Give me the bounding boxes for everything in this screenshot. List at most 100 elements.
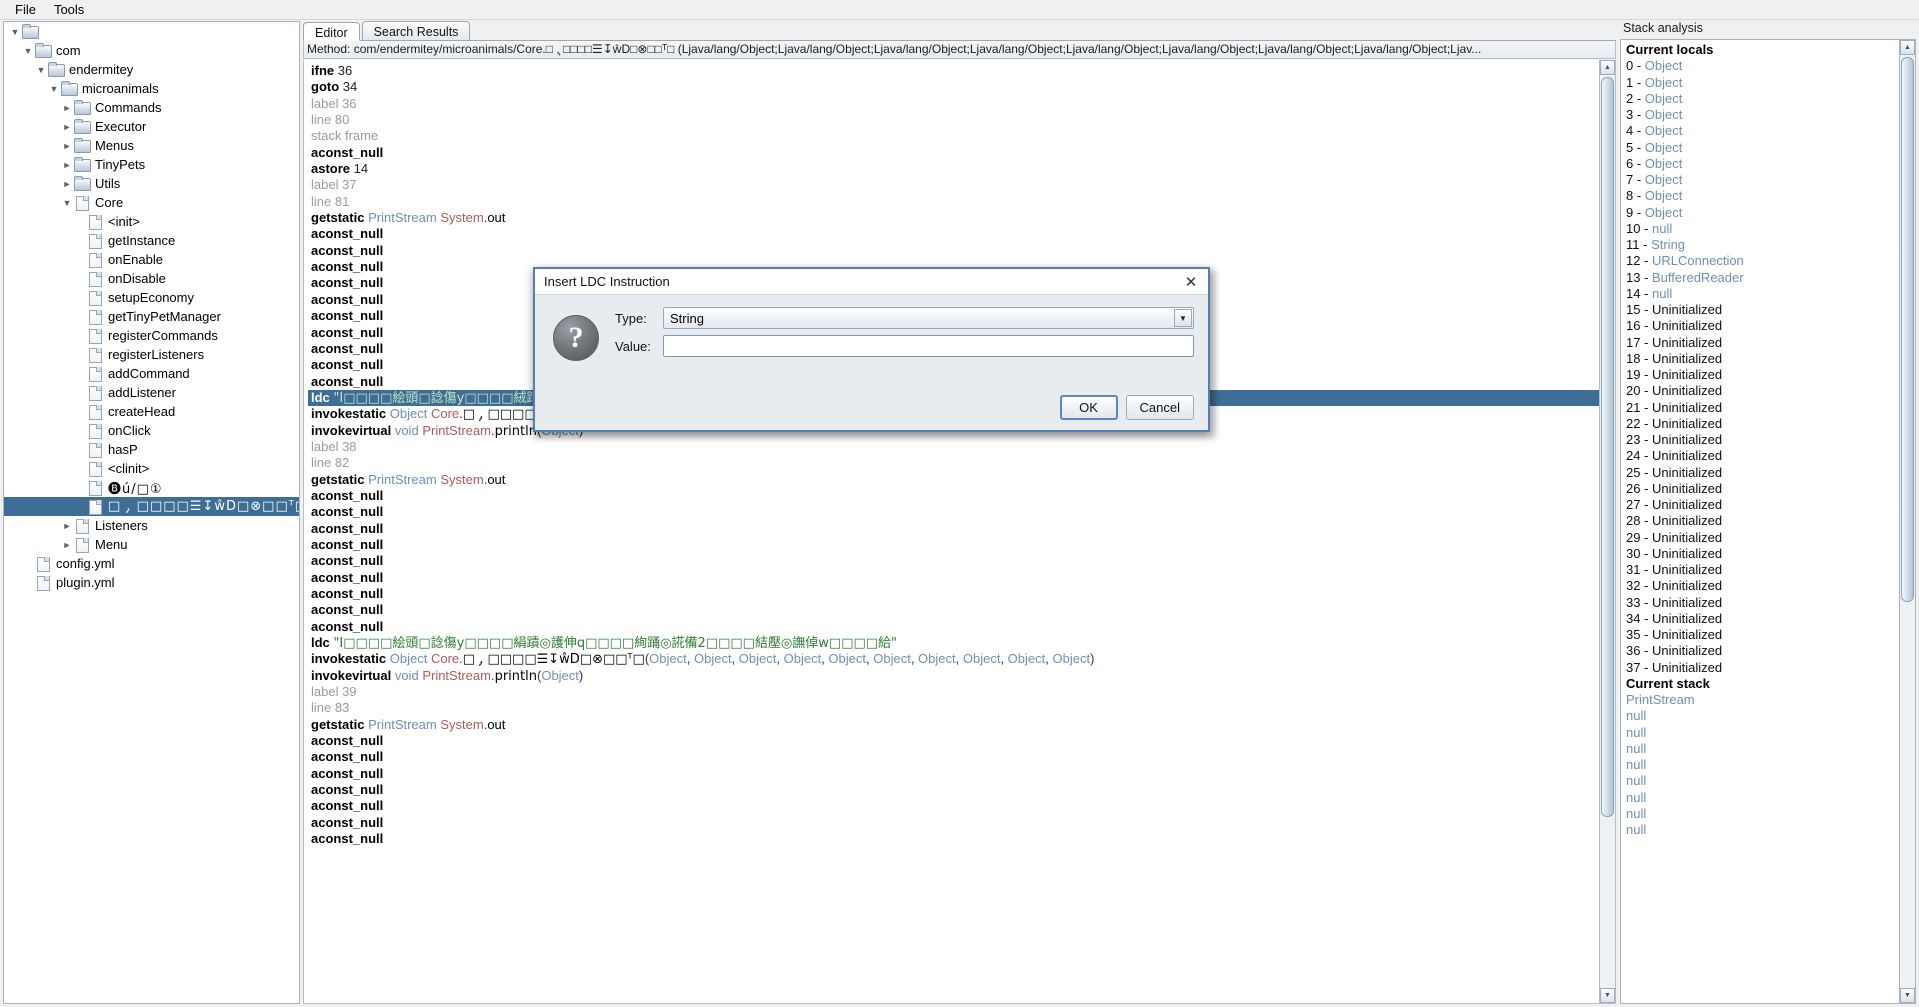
bytecode-line[interactable]: aconst_null bbox=[308, 749, 1599, 765]
bytecode-line[interactable]: ldc "I□□□□絵頭□諗傷y□□□□絹蹟◎護伸q□□□□絢踊◎誮備2□□□□… bbox=[308, 635, 1599, 651]
tree-node[interactable]: • getInstance bbox=[4, 231, 299, 250]
bytecode-line[interactable]: aconst_null bbox=[308, 831, 1599, 847]
stack-local-row[interactable]: 26 - Uninitialized bbox=[1626, 481, 1915, 497]
bytecode-line[interactable]: line 80 bbox=[308, 112, 1599, 128]
bytecode-line[interactable]: stack frame bbox=[308, 128, 1599, 144]
tree-node[interactable]: ► Utils bbox=[4, 174, 299, 193]
menu-item-file[interactable]: File bbox=[6, 0, 45, 20]
tree-node[interactable]: • <clinit> bbox=[4, 459, 299, 478]
chevron-down-icon[interactable]: ▼ bbox=[47, 84, 61, 94]
stack-local-row[interactable]: 13 - BufferedReader bbox=[1626, 270, 1915, 286]
tab-editor[interactable]: Editor bbox=[303, 22, 360, 41]
tree-node[interactable]: ▼ Core bbox=[4, 193, 299, 212]
bytecode-line[interactable]: aconst_null bbox=[308, 815, 1599, 831]
stack-local-row[interactable]: 12 - URLConnection bbox=[1626, 253, 1915, 269]
stack-local-row[interactable]: 14 - null bbox=[1626, 286, 1915, 302]
stack-local-row[interactable]: 29 - Uninitialized bbox=[1626, 530, 1915, 546]
stack-local-row[interactable]: 23 - Uninitialized bbox=[1626, 432, 1915, 448]
stack-scroll-down-icon[interactable]: ▼ bbox=[1900, 988, 1915, 1003]
stack-entry-row[interactable]: null bbox=[1626, 773, 1915, 789]
bytecode-line[interactable]: aconst_null bbox=[308, 733, 1599, 749]
stack-entry-row[interactable]: null bbox=[1626, 757, 1915, 773]
stack-local-row[interactable]: 32 - Uninitialized bbox=[1626, 578, 1915, 594]
stack-local-row[interactable]: 34 - Uninitialized bbox=[1626, 611, 1915, 627]
tree-node[interactable]: ► TinyPets bbox=[4, 155, 299, 174]
bytecode-line[interactable]: aconst_null bbox=[308, 586, 1599, 602]
chevron-right-icon[interactable]: ► bbox=[60, 103, 74, 113]
stack-local-row[interactable]: 22 - Uninitialized bbox=[1626, 416, 1915, 432]
stack-entry-row[interactable]: null bbox=[1626, 806, 1915, 822]
value-input[interactable] bbox=[663, 335, 1194, 357]
tree-node[interactable]: • config.yml bbox=[4, 554, 299, 573]
stack-local-row[interactable]: 3 - Object bbox=[1626, 107, 1915, 123]
tree-node[interactable]: • hasP bbox=[4, 440, 299, 459]
chevron-down-icon[interactable]: ▼ bbox=[34, 65, 48, 75]
bytecode-line[interactable]: aconst_null bbox=[308, 145, 1599, 161]
stack-local-row[interactable]: 37 - Uninitialized bbox=[1626, 660, 1915, 676]
bytecode-instruction-list[interactable]: ifne 36 goto 34 label 36 line 80 stack frame… bbox=[304, 60, 1599, 848]
bytecode-line[interactable]: aconst_null bbox=[308, 766, 1599, 782]
tree-node[interactable]: • getTinyPetManager bbox=[4, 307, 299, 326]
stack-local-row[interactable]: 30 - Uninitialized bbox=[1626, 546, 1915, 562]
stack-local-row[interactable]: 15 - Uninitialized bbox=[1626, 302, 1915, 318]
stack-entry-row[interactable]: null bbox=[1626, 725, 1915, 741]
chevron-right-icon[interactable]: ► bbox=[60, 141, 74, 151]
stack-local-row[interactable]: 1 - Object bbox=[1626, 75, 1915, 91]
tree-node[interactable]: • onEnable bbox=[4, 250, 299, 269]
stack-local-row[interactable]: 0 - Object bbox=[1626, 58, 1915, 74]
bytecode-line[interactable]: aconst_null bbox=[308, 226, 1599, 242]
cancel-button[interactable]: Cancel bbox=[1125, 395, 1194, 420]
tree-node[interactable]: • registerCommands bbox=[4, 326, 299, 345]
stack-local-row[interactable]: 16 - Uninitialized bbox=[1626, 318, 1915, 334]
tree-node[interactable]: • setupEconomy bbox=[4, 288, 299, 307]
ok-button[interactable]: OK bbox=[1059, 395, 1118, 420]
chevron-down-icon[interactable]: ▼ bbox=[21, 46, 35, 56]
bytecode-line[interactable]: aconst_null bbox=[308, 570, 1599, 586]
project-tree-pane[interactable]: ▼ ▼ com ▼ endermitey ▼ microanimals ► Commands ► E… bbox=[3, 21, 300, 1004]
tree-node[interactable]: • createHead bbox=[4, 402, 299, 421]
tree-node[interactable]: ▼ bbox=[4, 22, 299, 41]
chevron-right-icon[interactable]: ► bbox=[60, 160, 74, 170]
chevron-down-icon[interactable]: ▼ bbox=[60, 198, 74, 208]
bytecode-line[interactable]: aconst_null bbox=[308, 619, 1599, 635]
tree-node[interactable]: • addListener bbox=[4, 383, 299, 402]
tree-node[interactable]: ► Listeners bbox=[4, 516, 299, 535]
stack-local-row[interactable]: 31 - Uninitialized bbox=[1626, 562, 1915, 578]
scroll-down-icon[interactable]: ▼ bbox=[1600, 988, 1615, 1003]
tree-node[interactable]: • □ ,̦ □□□□☰↧ŵD□⊗□□ᵀ□ bbox=[4, 497, 299, 516]
stack-local-row[interactable]: 27 - Uninitialized bbox=[1626, 497, 1915, 513]
bytecode-line[interactable]: label 37 bbox=[308, 177, 1599, 193]
stack-analysis-list[interactable]: Current locals 0 - Object 1 - Object 2 - Ob… bbox=[1621, 40, 1915, 838]
tree-node[interactable]: • onClick bbox=[4, 421, 299, 440]
bytecode-line[interactable]: getstatic PrintStream System.out bbox=[308, 472, 1599, 488]
chevron-right-icon[interactable]: ► bbox=[60, 540, 74, 550]
stack-local-row[interactable]: 4 - Object bbox=[1626, 123, 1915, 139]
stack-local-row[interactable]: 20 - Uninitialized bbox=[1626, 383, 1915, 399]
bytecode-line[interactable]: aconst_null bbox=[308, 243, 1599, 259]
editor-vertical-scrollbar[interactable]: ▲ ▼ bbox=[1599, 60, 1616, 1004]
tree-node[interactable]: ► Menus bbox=[4, 136, 299, 155]
stack-local-row[interactable]: 18 - Uninitialized bbox=[1626, 351, 1915, 367]
tree-node[interactable]: ► Menu bbox=[4, 535, 299, 554]
chevron-down-icon[interactable]: ▼ bbox=[8, 27, 22, 37]
bytecode-line[interactable]: line 81 bbox=[308, 194, 1599, 210]
tree-node[interactable]: • onDisable bbox=[4, 269, 299, 288]
tree-node[interactable]: ▼ microanimals bbox=[4, 79, 299, 98]
stack-local-row[interactable]: 8 - Object bbox=[1626, 188, 1915, 204]
stack-local-row[interactable]: 7 - Object bbox=[1626, 172, 1915, 188]
tab-search-results[interactable]: Search Results bbox=[361, 21, 471, 40]
stack-entry-row[interactable]: null bbox=[1626, 822, 1915, 838]
stack-local-row[interactable]: 6 - Object bbox=[1626, 156, 1915, 172]
bytecode-line[interactable]: aconst_null bbox=[308, 602, 1599, 618]
bytecode-line[interactable]: astore 14 bbox=[308, 161, 1599, 177]
stack-local-row[interactable]: 11 - String bbox=[1626, 237, 1915, 253]
stack-local-row[interactable]: 36 - Uninitialized bbox=[1626, 643, 1915, 659]
menu-item-tools[interactable]: Tools bbox=[45, 0, 93, 20]
stack-local-row[interactable]: 35 - Uninitialized bbox=[1626, 627, 1915, 643]
stack-local-row[interactable]: 5 - Object bbox=[1626, 140, 1915, 156]
bytecode-line[interactable]: aconst_null bbox=[308, 537, 1599, 553]
bytecode-line[interactable]: label 39 bbox=[308, 684, 1599, 700]
stack-local-row[interactable]: 28 - Uninitialized bbox=[1626, 513, 1915, 529]
bytecode-line[interactable]: aconst_null bbox=[308, 521, 1599, 537]
bytecode-line[interactable]: aconst_null bbox=[308, 798, 1599, 814]
